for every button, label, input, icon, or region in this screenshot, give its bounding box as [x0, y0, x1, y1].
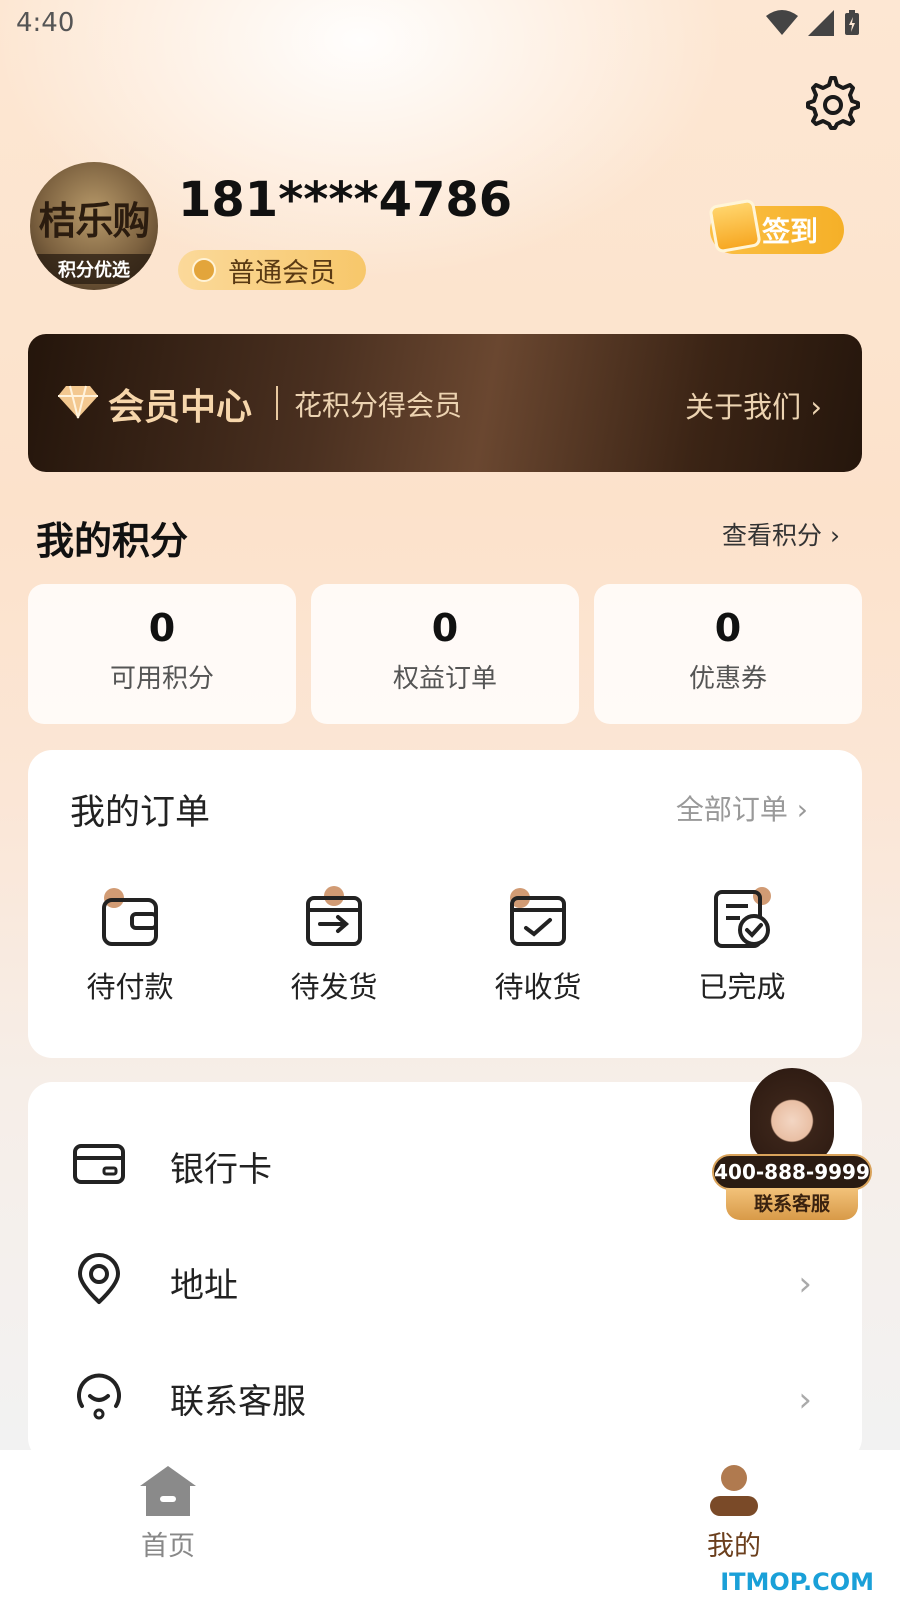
menu-item-bank-card-label: 银行卡 [170, 1150, 272, 1190]
avatar-logo-text: 桔乐购 [38, 199, 150, 243]
settings-button[interactable] [806, 76, 860, 130]
available-points-label: 可用积分 [109, 664, 214, 694]
avatar-logo-subtext: 积分优选 [30, 254, 158, 284]
completed-doc-icon [714, 887, 771, 948]
order-pending-receipt[interactable]: 待收货 [448, 886, 628, 1006]
member-center-banner[interactable]: 会员中心 花积分得会员 关于我们 › [28, 334, 862, 472]
box-receive-icon [510, 888, 566, 946]
my-orders-title: 我的订单 [70, 793, 211, 833]
calendar-check-icon [708, 198, 762, 254]
chevron-right-icon: › [798, 1264, 812, 1304]
bank-card-icon [73, 1144, 125, 1184]
member-center-subtitle: 花积分得会员 [294, 389, 463, 422]
member-level-badge: 普通会员 [178, 250, 366, 290]
benefit-orders-value: 0 [431, 606, 459, 650]
gear-icon [806, 76, 860, 130]
available-points-value: 0 [148, 606, 176, 650]
user-phone: 181****4786 [178, 172, 513, 228]
order-pending-shipment-label: 待发货 [290, 970, 378, 1004]
chevron-right-icon: › [798, 1380, 812, 1420]
menu-item-customer-service-label: 联系客服 [170, 1382, 306, 1422]
agent-avatar-icon [750, 1068, 834, 1164]
checkin-label: 签到 [761, 215, 818, 248]
box-send-icon [306, 886, 362, 946]
wifi-icon [766, 10, 798, 35]
order-completed-label: 已完成 [698, 970, 786, 1004]
crown-icon [192, 258, 216, 282]
menu-item-address-label: 地址 [170, 1266, 238, 1306]
avatar[interactable]: 桔乐购 积分优选 [30, 162, 158, 290]
member-level-label: 普通会员 [228, 257, 336, 289]
signal-icon [808, 10, 834, 36]
watermark: ITMOP.COM [720, 1568, 874, 1596]
menu-item-address[interactable]: 地址 › [28, 1228, 862, 1328]
all-orders-link[interactable]: 全部订单 › [676, 788, 808, 828]
coupons-card[interactable]: 0 优惠券 [594, 584, 862, 724]
user-icon [710, 1465, 758, 1516]
order-pending-shipment[interactable]: 待发货 [244, 886, 424, 1006]
order-pending-receipt-label: 待收货 [494, 970, 582, 1004]
contact-service-label: 联系客服 [726, 1188, 858, 1220]
benefit-orders-label: 权益订单 [392, 664, 497, 694]
service-phone-number: 400-888-9999 [712, 1154, 872, 1190]
my-orders-card: 我的订单 全部订单 › 待付款 待发货 待收货 已完成 [28, 750, 862, 1058]
status-time: 4:40 [16, 8, 75, 38]
location-icon [78, 1253, 120, 1304]
view-points-link[interactable]: 查看积分 › [722, 516, 840, 552]
battery-icon [845, 10, 859, 35]
status-icons [766, 10, 860, 36]
benefit-orders-card[interactable]: 0 权益订单 [311, 584, 579, 724]
available-points-card[interactable]: 0 可用积分 [28, 584, 296, 724]
coupons-value: 0 [714, 606, 742, 650]
coupons-label: 优惠券 [688, 664, 767, 694]
order-completed[interactable]: 已完成 [652, 886, 832, 1006]
tab-mine-label: 我的 [707, 1531, 761, 1562]
member-center-title: 会员中心 [108, 387, 253, 428]
diamond-icon [58, 385, 98, 419]
wallet-icon [102, 888, 158, 946]
tab-mine[interactable]: 我的 [674, 1464, 794, 1563]
menu-item-customer-service[interactable]: 联系客服 › [28, 1344, 862, 1444]
about-us-link[interactable]: 关于我们 › [685, 384, 822, 426]
order-pending-payment-label: 待付款 [86, 970, 174, 1004]
customer-service-icon [77, 1373, 121, 1420]
tab-home-label: 首页 [141, 1531, 195, 1562]
banner-divider [276, 386, 278, 420]
home-icon [140, 1466, 196, 1516]
points-section-title: 我的积分 [36, 519, 189, 563]
floating-customer-service[interactable]: 400-888-9999 联系客服 [712, 1068, 872, 1228]
tab-home[interactable]: 首页 [108, 1464, 228, 1563]
order-pending-payment[interactable]: 待付款 [40, 886, 220, 1006]
